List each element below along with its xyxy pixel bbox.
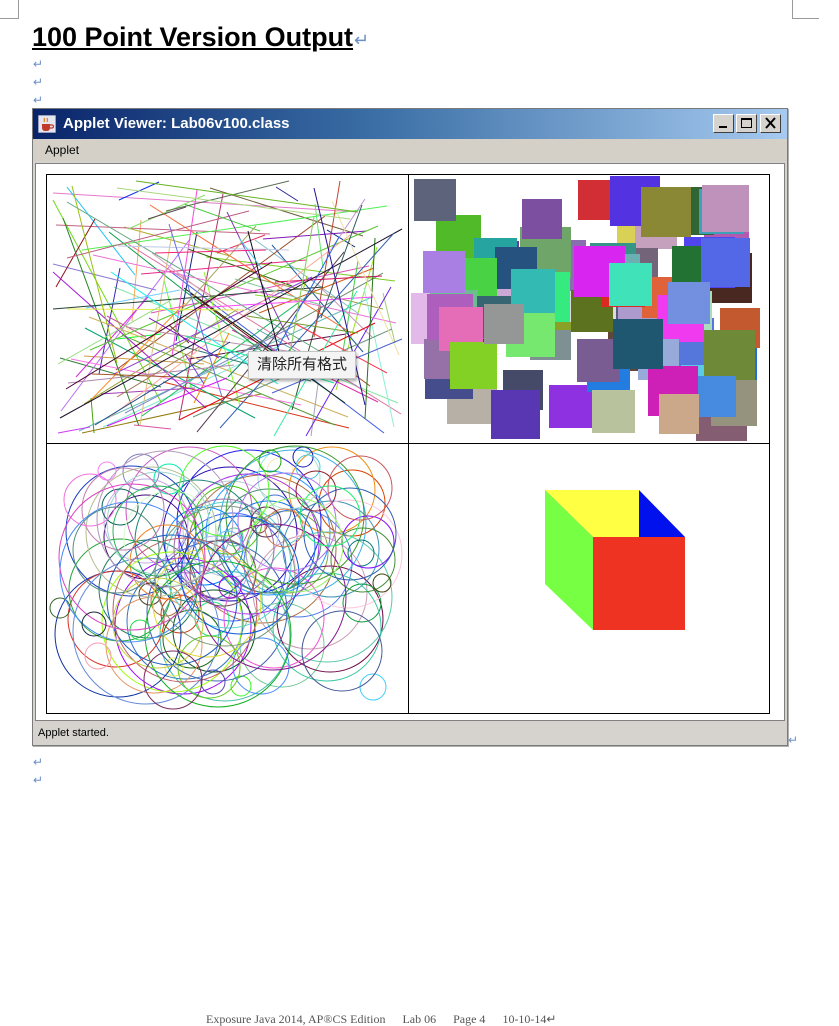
close-icon	[765, 117, 776, 129]
cube-drawing	[545, 490, 685, 630]
paragraph-mark: ↵	[33, 75, 44, 89]
random-line	[90, 397, 95, 434]
random-square	[450, 342, 497, 389]
close-button[interactable]	[760, 114, 781, 133]
random-line	[87, 302, 186, 404]
random-square	[704, 330, 755, 381]
random-line	[196, 251, 345, 433]
clear-formatting-tooltip: 清除所有格式	[248, 351, 357, 379]
random-square	[659, 394, 699, 434]
random-circle	[276, 565, 384, 673]
random-square	[668, 282, 710, 324]
random-line	[117, 245, 290, 251]
cube-front-face	[593, 537, 685, 630]
random-circle	[372, 573, 392, 593]
random-square	[609, 263, 652, 306]
cube-panel	[409, 444, 769, 713]
random-lines-drawing	[52, 180, 403, 437]
random-line	[209, 187, 364, 237]
random-circle	[359, 673, 387, 701]
random-circles-panel	[47, 444, 409, 713]
random-line	[275, 186, 299, 202]
random-line	[248, 276, 384, 310]
random-lines-panel: 清除所有格式	[47, 175, 409, 444]
window-title: Applet Viewer: Lab06v100.class	[63, 115, 290, 132]
menu-bar: Applet	[33, 139, 787, 161]
random-square	[701, 238, 750, 287]
random-circle	[143, 650, 203, 710]
document-heading: 100 Point Version Output↵	[32, 20, 369, 57]
applet-viewer-window: Applet Viewer: Lab06v100.class Applet 清除…	[32, 108, 788, 746]
paragraph-mark: ↵	[788, 733, 799, 747]
paragraph-mark: ↵	[33, 57, 44, 71]
random-line	[52, 192, 359, 213]
random-circle	[295, 454, 321, 480]
random-line	[181, 225, 257, 310]
random-circle	[81, 467, 165, 551]
crop-mark-top-right	[792, 0, 819, 19]
random-circle	[49, 597, 71, 619]
random-square	[491, 390, 540, 439]
maximize-button[interactable]	[736, 114, 757, 133]
random-line	[382, 292, 396, 344]
random-line	[106, 377, 228, 427]
applet-grid: 清除所有格式	[46, 174, 770, 714]
random-square	[695, 376, 736, 417]
random-square	[641, 187, 691, 237]
applet-canvas: 清除所有格式	[35, 163, 785, 721]
random-square	[592, 390, 635, 433]
random-line	[135, 180, 359, 213]
random-square	[423, 251, 465, 293]
random-line	[310, 383, 319, 437]
random-square	[522, 199, 562, 239]
random-squares-panel	[409, 175, 769, 444]
minimize-button[interactable]	[713, 114, 734, 133]
random-line	[183, 203, 261, 232]
minimize-icon	[719, 126, 727, 128]
status-bar-text: Applet started.	[38, 727, 109, 739]
random-line	[55, 224, 271, 235]
random-line	[289, 216, 315, 354]
maximize-icon	[741, 118, 752, 128]
paragraph-mark: ↵	[33, 755, 44, 769]
random-square	[549, 385, 592, 428]
random-line	[147, 206, 187, 220]
crop-mark-top-left	[0, 0, 19, 19]
paragraph-mark: ↵	[33, 93, 44, 107]
random-square	[613, 319, 663, 369]
random-line	[133, 424, 172, 430]
java-cup-icon[interactable]	[37, 114, 57, 134]
title-bar[interactable]: Applet Viewer: Lab06v100.class	[33, 109, 787, 139]
random-circle	[112, 577, 204, 669]
random-square	[484, 304, 524, 344]
paragraph-mark: ↵	[354, 30, 370, 50]
random-square	[414, 179, 456, 221]
random-circles-drawing	[49, 445, 403, 710]
menu-applet[interactable]: Applet	[45, 144, 79, 157]
random-squares-drawing	[411, 176, 760, 441]
random-line	[71, 185, 118, 364]
random-line	[66, 308, 247, 311]
paragraph-mark: ↵	[33, 773, 44, 787]
random-square	[702, 185, 749, 232]
